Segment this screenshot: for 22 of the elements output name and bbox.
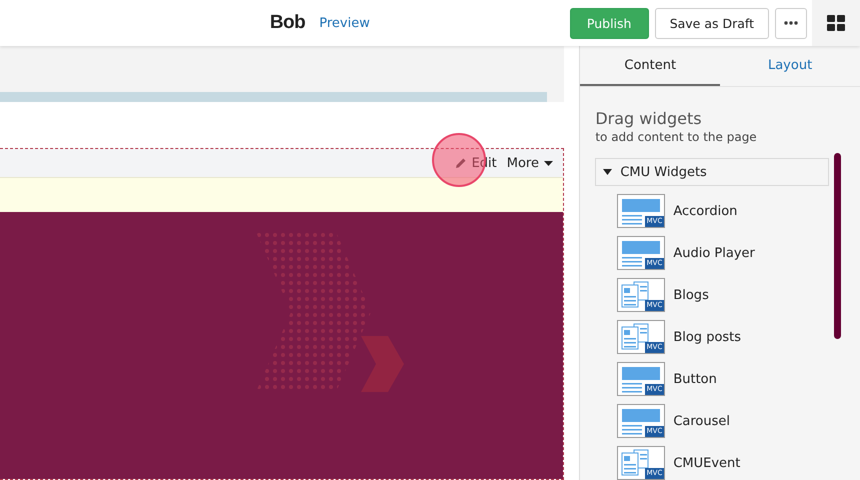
panel-tab[interactable]: Layout (720, 46, 860, 86)
pencil-icon (454, 157, 467, 169)
panel-subheading: to add content to the page (595, 130, 758, 144)
widget-label: Blogs (673, 288, 709, 302)
more-dropdown[interactable]: More (506, 156, 553, 170)
widget-label: Button (673, 372, 717, 386)
panel-tab[interactable]: Content (580, 46, 720, 86)
panel-heading: Drag widgets (595, 109, 703, 128)
more-icon (784, 21, 798, 25)
widget-group-header[interactable]: CMU Widgets (595, 158, 830, 186)
widget-label: CMUEvent (673, 456, 740, 470)
caret-icon (544, 160, 553, 166)
grid-layout-icon[interactable] (827, 15, 845, 31)
more-options-button[interactable] (775, 8, 807, 38)
caret-icon (603, 169, 612, 175)
preview-link[interactable]: Preview (319, 16, 370, 30)
widget-label: Audio Player (673, 246, 755, 260)
page-title: Bob (270, 12, 306, 34)
save-draft-button[interactable]: Save as Draft (654, 8, 769, 38)
widget-label: Accordion (673, 204, 738, 218)
widget-label: Blog posts (673, 330, 742, 344)
widget-label: Carousel (673, 414, 730, 428)
